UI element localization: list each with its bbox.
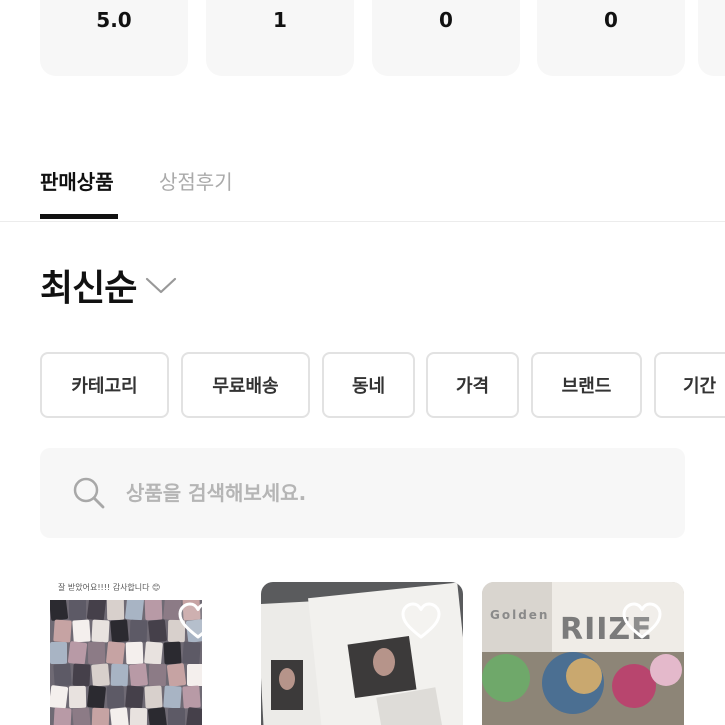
stat-card-5 xyxy=(698,0,725,76)
product-card[interactable]: Golden Age RIIZE xyxy=(482,582,684,725)
chevron-down-icon xyxy=(146,277,177,294)
product-card[interactable]: 잘 받았어요!!!! 감사합니다 😊 xyxy=(40,582,242,725)
stat-card-3: 0 xyxy=(372,0,520,76)
photocard xyxy=(50,685,69,709)
photocard xyxy=(87,641,106,665)
photocard xyxy=(185,707,202,725)
sort-label: 최신순 xyxy=(40,268,137,309)
photocard xyxy=(168,708,185,725)
photocard xyxy=(144,641,163,665)
photocard xyxy=(86,600,107,621)
photocard xyxy=(163,641,182,665)
photocard xyxy=(50,600,69,621)
product-card[interactable] xyxy=(261,582,463,725)
product-image-caption: 잘 받았어요!!!! 감사합니다 😊 xyxy=(58,583,161,592)
search-icon xyxy=(73,477,105,509)
photocard xyxy=(144,600,163,621)
photocard xyxy=(182,641,201,665)
photocard xyxy=(72,707,91,725)
photocard xyxy=(110,619,129,643)
photocard xyxy=(105,641,126,665)
heart-outline-icon[interactable] xyxy=(400,602,442,640)
photocard xyxy=(53,707,72,725)
product-search-box[interactable] xyxy=(40,448,685,538)
stat-card-2: 1 xyxy=(206,0,354,76)
stat-card-4: 0 xyxy=(537,0,685,76)
photocard xyxy=(67,641,88,665)
tab-products[interactable]: 판매상품 xyxy=(40,166,114,195)
stat-value-3: 0 xyxy=(439,8,453,32)
photocard xyxy=(86,685,107,709)
photocard xyxy=(72,663,91,687)
photocard xyxy=(187,664,202,686)
photocard xyxy=(147,707,168,725)
photocard xyxy=(166,663,187,687)
sort-dropdown[interactable]: 최신순 xyxy=(40,260,178,310)
photocard xyxy=(109,707,130,725)
photocard xyxy=(72,619,91,643)
photocard xyxy=(110,663,129,687)
filter-chips: 카테고리 무료배송 동네 가격 브랜드 기간 xyxy=(40,352,725,422)
photocard xyxy=(144,685,163,709)
heart-outline-icon[interactable] xyxy=(177,602,219,640)
search-input[interactable] xyxy=(124,480,648,506)
photocard xyxy=(124,600,145,621)
active-tab-indicator xyxy=(40,214,118,219)
shop-stats-row: 5.0 1 0 0 xyxy=(40,0,725,76)
photocard xyxy=(106,600,125,621)
filter-chip-price[interactable]: 가격 xyxy=(426,352,519,418)
stat-value-4: 0 xyxy=(604,8,618,32)
photocard xyxy=(125,685,144,709)
filter-chip-free-shipping[interactable]: 무료배송 xyxy=(181,352,310,418)
photocard xyxy=(148,663,167,687)
heart-outline-icon[interactable] xyxy=(621,602,663,640)
photocard xyxy=(129,619,148,643)
stat-value-rating: 5.0 xyxy=(96,8,132,32)
shop-tabs: 판매상품 상점후기 xyxy=(0,160,725,222)
photocard xyxy=(91,663,110,687)
photocard xyxy=(106,685,125,709)
photocard xyxy=(91,707,110,725)
photocard xyxy=(147,619,168,643)
photocard xyxy=(91,619,110,643)
photocard xyxy=(128,663,149,687)
photocard xyxy=(129,707,148,725)
photocard xyxy=(125,641,144,665)
photocard xyxy=(182,685,201,709)
photocard xyxy=(53,663,72,687)
filter-chip-brand[interactable]: 브랜드 xyxy=(531,352,642,418)
photocard xyxy=(50,642,67,664)
photocard xyxy=(163,685,182,709)
filter-chip-period[interactable]: 기간 xyxy=(654,352,725,418)
stat-value-2: 1 xyxy=(273,8,287,32)
tab-reviews[interactable]: 상점후기 xyxy=(159,166,233,195)
filter-chip-neighborhood[interactable]: 동네 xyxy=(322,352,415,418)
photocard xyxy=(68,685,87,709)
filter-chip-category[interactable]: 카테고리 xyxy=(40,352,169,418)
stat-card-rating: 5.0 xyxy=(40,0,188,76)
photocard xyxy=(69,600,86,620)
shop-page: 5.0 1 0 0 판매상품 상점후기 최신순 카테고리 무료배송 동네 가격 … xyxy=(0,0,725,725)
photocard xyxy=(53,619,72,643)
